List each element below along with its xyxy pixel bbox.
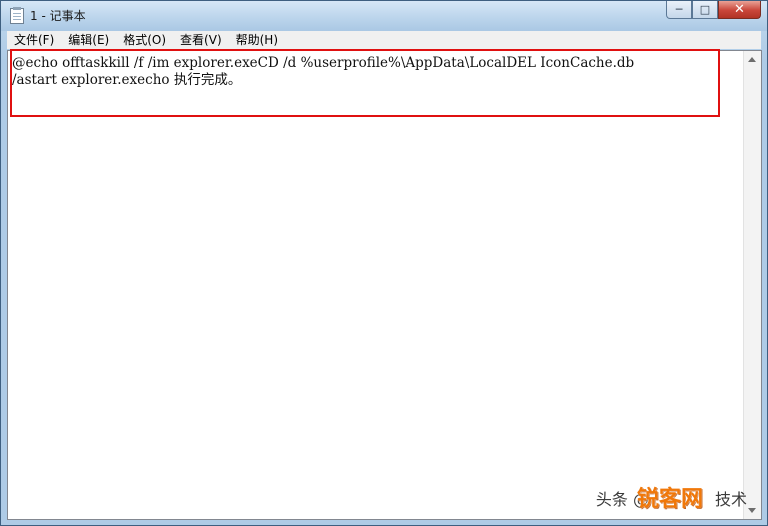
- red-highlight-box: [10, 49, 720, 117]
- vertical-scrollbar[interactable]: [743, 51, 761, 519]
- scroll-up-icon[interactable]: [748, 57, 756, 62]
- menu-format[interactable]: 格式(O): [116, 31, 173, 49]
- menu-edit[interactable]: 编辑(E): [61, 31, 116, 49]
- title-bar[interactable]: 1 - 记事本 ─ □ ✕: [1, 1, 767, 31]
- watermark: 头条 @ 技术 锐客网: [596, 486, 747, 512]
- menu-view[interactable]: 查看(V): [173, 31, 229, 49]
- notepad-window: 1 - 记事本 ─ □ ✕ 文件(F) 编辑(E) 格式(O) 查看(V) 帮助…: [0, 0, 768, 526]
- window-title: 1 - 记事本: [30, 9, 86, 23]
- close-button[interactable]: ✕: [718, 1, 761, 19]
- text-editor[interactable]: @echo offtaskkill /f /im explorer.exeCD …: [7, 49, 762, 520]
- watermark-logo: 锐客网: [636, 487, 703, 512]
- notepad-icon: [10, 7, 24, 24]
- maximize-button[interactable]: □: [692, 1, 718, 19]
- menu-help[interactable]: 帮助(H): [229, 31, 285, 49]
- scroll-down-icon[interactable]: [748, 508, 756, 513]
- watermark-tail: 技术: [714, 490, 747, 509]
- minimize-button[interactable]: ─: [666, 1, 692, 19]
- text-content[interactable]: @echo offtaskkill /f /im explorer.exeCD …: [12, 55, 741, 515]
- menu-bar: 文件(F) 编辑(E) 格式(O) 查看(V) 帮助(H): [7, 31, 761, 49]
- menu-file[interactable]: 文件(F): [7, 31, 61, 49]
- window-controls: ─ □ ✕: [666, 1, 761, 21]
